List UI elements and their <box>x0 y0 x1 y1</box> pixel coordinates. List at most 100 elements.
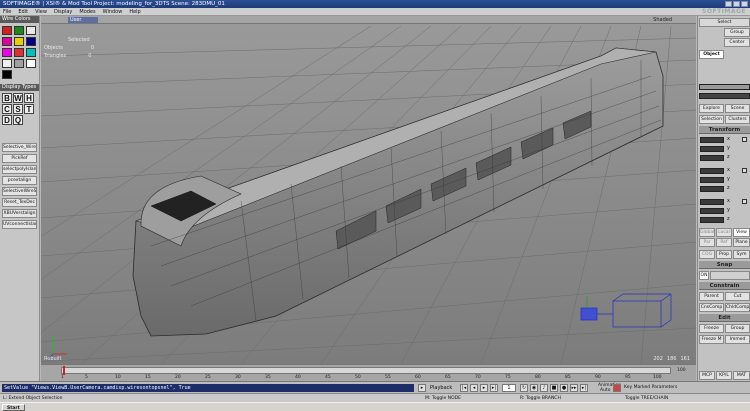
stop-button[interactable]: ■ <box>550 384 558 392</box>
menu-view[interactable]: View <box>35 9 47 15</box>
next-key-button[interactable]: ▸▸ <box>570 384 578 392</box>
cog-button[interactable]: COG <box>699 250 715 259</box>
close-button[interactable] <box>741 1 748 7</box>
group-edit-button[interactable]: Group <box>725 324 750 333</box>
display-type-s[interactable]: S <box>13 104 23 114</box>
cut-button[interactable]: Cut <box>725 292 750 301</box>
ref-view-tab[interactable]: View <box>733 228 750 237</box>
script-editor-button[interactable]: ▸ <box>418 384 426 392</box>
cmd-pickref[interactable]: PickRef <box>2 154 37 163</box>
cmd-uv-connect-island[interactable]: UVconnectIsland+ <box>2 220 37 229</box>
center-button[interactable]: Center <box>724 38 750 47</box>
rotate-y-field[interactable] <box>700 177 724 183</box>
color-swatch[interactable] <box>26 59 36 68</box>
tab-kpl[interactable]: KP/L <box>716 371 732 380</box>
object-button[interactable]: Object <box>699 50 724 59</box>
color-swatch[interactable] <box>14 48 24 57</box>
ref-par-tab[interactable]: Par <box>699 238 715 247</box>
end-frame[interactable]: 100 <box>677 368 686 373</box>
explore-button[interactable]: Explore <box>699 104 724 113</box>
display-type-d[interactable]: D <box>2 115 12 125</box>
cnscomp-button[interactable]: CnsComp <box>699 303 724 312</box>
scale-x-field[interactable] <box>700 137 724 143</box>
clusters-button[interactable]: Clusters <box>725 115 750 124</box>
camera-dropdown[interactable]: User <box>68 17 98 23</box>
color-swatch[interactable] <box>26 26 36 35</box>
color-swatch[interactable] <box>14 26 24 35</box>
next-frame-button[interactable]: ▸| <box>490 384 498 392</box>
color-swatch[interactable] <box>26 48 36 57</box>
color-swatch[interactable] <box>2 26 12 35</box>
display-type-t[interactable]: T <box>24 104 34 114</box>
rotate-x-field[interactable] <box>700 168 724 174</box>
audio-button[interactable]: ♪ <box>540 384 548 392</box>
minimize-button[interactable] <box>725 1 732 7</box>
cmd-xbuv-align[interactable]: XBUVerstalign <box>2 209 37 218</box>
color-swatch[interactable] <box>2 70 12 79</box>
checkbox[interactable] <box>742 199 747 204</box>
cmd-reset-texdec[interactable]: Reset_TexDec <box>2 198 37 207</box>
color-swatch[interactable] <box>26 37 36 46</box>
script-command-field[interactable]: SetValue "Views.ViewB.UserCamera.camdisp… <box>2 384 414 392</box>
cmd-selective-wire[interactable]: Selective_Wire <box>2 143 37 152</box>
color-swatch[interactable] <box>2 37 12 46</box>
tab-mat[interactable]: MAT <box>733 371 750 380</box>
start-button[interactable]: Start <box>2 404 25 411</box>
color-swatch[interactable] <box>2 48 12 57</box>
timeline[interactable]: 1 5 10 15 20 25 30 35 40 45 50 55 60 65 … <box>41 364 696 381</box>
key-button[interactable] <box>613 384 621 392</box>
cmd-pcextalign[interactable]: pcextalign <box>2 176 37 185</box>
color-swatch[interactable] <box>2 59 12 68</box>
menu-help[interactable]: Help <box>129 9 140 15</box>
scene-button[interactable]: Scene <box>725 104 750 113</box>
display-type-c[interactable]: C <box>2 104 12 114</box>
translate-y-field[interactable] <box>700 208 724 214</box>
display-type-w[interactable]: W <box>13 93 23 103</box>
ref-global-tab[interactable]: Global <box>699 228 715 237</box>
freeze-m-button[interactable]: Freeze M <box>699 335 724 344</box>
menu-display[interactable]: Display <box>54 9 72 15</box>
realtime-button[interactable]: ◉ <box>530 384 538 392</box>
record-button[interactable]: ● <box>560 384 568 392</box>
ref-plane-tab[interactable]: Plane <box>733 238 750 247</box>
menu-window[interactable]: Window <box>103 9 123 15</box>
color-swatch[interactable] <box>14 37 24 46</box>
parent-button[interactable]: Parent <box>699 292 724 301</box>
immed-button[interactable]: Immed <box>725 335 750 344</box>
menu-file[interactable]: File <box>3 9 11 15</box>
display-type-b[interactable]: B <box>2 93 12 103</box>
chldcomp-button[interactable]: ChldComp <box>725 303 750 312</box>
playback-label[interactable]: Playback <box>430 384 452 392</box>
last-frame-button[interactable]: ▸| <box>580 384 588 392</box>
scale-z-field[interactable] <box>700 155 724 161</box>
playhead[interactable] <box>63 366 65 375</box>
select-button[interactable]: Select <box>699 18 750 27</box>
snap-on-button[interactable]: ON <box>699 271 709 280</box>
checkbox[interactable] <box>742 137 747 142</box>
translate-z-field[interactable] <box>700 217 724 223</box>
timeline-track[interactable] <box>61 367 671 374</box>
prop-button[interactable]: Prop <box>716 250 732 259</box>
cmd-selective-wire-same[interactable]: SelectiveWireSameV <box>2 187 37 196</box>
prev-frame-button[interactable]: ◂ <box>470 384 478 392</box>
sym-button[interactable]: Sym <box>733 250 750 259</box>
selection-field[interactable] <box>699 93 750 99</box>
3d-viewport[interactable]: User Shaded Selected Objects 0 Triangles… <box>41 16 696 364</box>
color-swatch[interactable] <box>14 59 24 68</box>
selection-button[interactable]: Selection <box>699 115 724 124</box>
ref-local-tab[interactable]: Local <box>716 228 732 237</box>
ref-ref-tab[interactable]: Ref <box>716 238 732 247</box>
menu-edit[interactable]: Edit <box>18 9 28 15</box>
cmd-select-poly-island[interactable]: selectpolyIsland <box>2 165 37 174</box>
checkbox[interactable] <box>742 168 747 173</box>
display-mode-label[interactable]: Shaded <box>653 17 672 23</box>
tab-mcp[interactable]: MCP <box>699 371 715 380</box>
menu-modes[interactable]: Modes <box>79 9 95 15</box>
key-marked-label[interactable]: Key Marked Parameters <box>624 384 677 392</box>
group-button[interactable]: Group <box>724 28 750 37</box>
display-type-h[interactable]: H <box>24 93 34 103</box>
maximize-button[interactable] <box>733 1 740 7</box>
current-frame-field[interactable]: 1 <box>502 384 516 392</box>
first-frame-button[interactable]: |◂ <box>460 384 468 392</box>
selection-field[interactable] <box>699 84 750 90</box>
